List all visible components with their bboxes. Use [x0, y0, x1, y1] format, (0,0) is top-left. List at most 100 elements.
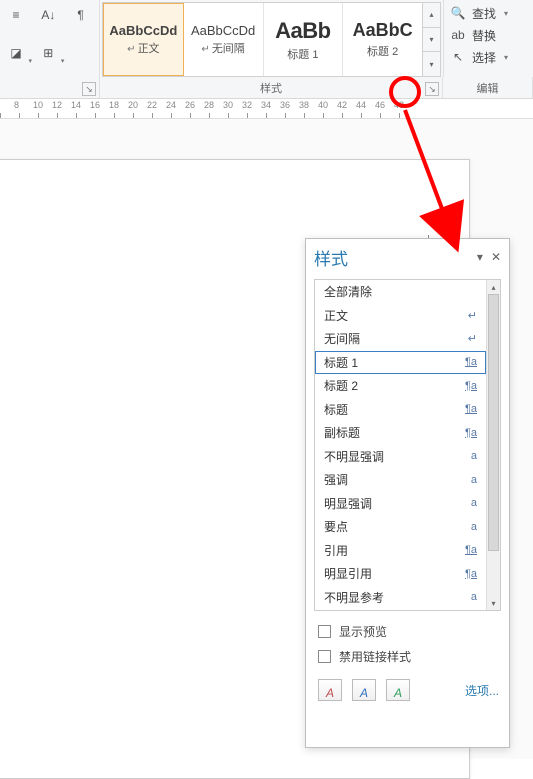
style-type-icon: ↵	[468, 332, 477, 345]
ruler-number: 24	[166, 100, 176, 110]
new-style-button[interactable]: A	[318, 679, 342, 701]
styles-launcher[interactable]: ↘	[425, 82, 439, 96]
ruler-number: 10	[33, 100, 43, 110]
select-icon: ↖	[450, 50, 466, 64]
line-spacing-icon[interactable]: ≡	[4, 3, 28, 27]
style-list-label: 要点	[324, 518, 471, 535]
style-preview: AaBbCcDd	[109, 23, 177, 38]
style-preview: AaBbCcDd	[191, 23, 255, 38]
ruler-number: 46	[375, 100, 385, 110]
ruler[interactable]: 6810121416182022242628303234363840424446…	[0, 99, 533, 119]
ruler-number: 12	[52, 100, 62, 110]
style-list-label: 不明显参考	[324, 589, 471, 606]
disable-linked-checkbox[interactable]: 禁用链接样式	[318, 648, 499, 665]
show-preview-checkbox[interactable]: 显示预览	[318, 623, 499, 640]
style-type-icon: a	[471, 450, 477, 462]
show-preview-label: 显示预览	[339, 623, 387, 640]
ruler-number: 26	[185, 100, 195, 110]
pane-title: 样式	[314, 245, 477, 270]
style-list-item[interactable]: 副标题¶a	[315, 421, 486, 445]
pane-dropdown-icon[interactable]: ▾	[477, 250, 483, 264]
show-marks-icon[interactable]: ¶	[69, 3, 93, 27]
replace-icon: ab	[450, 28, 466, 42]
checkbox-icon	[318, 650, 331, 663]
paragraph-launcher[interactable]: ↘	[82, 82, 96, 96]
style-list-item[interactable]: 标题 2¶a	[315, 374, 486, 398]
ruler-number: 36	[280, 100, 290, 110]
ruler-number: 14	[71, 100, 81, 110]
style-label: 无间隔	[212, 43, 245, 55]
pane-close-icon[interactable]: ✕	[491, 250, 501, 264]
style-list-label: 无间隔	[324, 330, 468, 347]
style-list-item[interactable]: 不明显参考a	[315, 586, 486, 610]
style-list-item[interactable]: 引用¶a	[315, 539, 486, 563]
scroll-up-icon[interactable]: ▴	[487, 280, 500, 294]
scroll-down-icon[interactable]: ▾	[487, 596, 500, 610]
style-list-item[interactable]: 标题¶a	[315, 398, 486, 422]
style-list-item[interactable]: 标题 1¶a	[315, 351, 486, 375]
style-type-icon: ¶a	[465, 544, 477, 556]
find-button[interactable]: 🔍 查找 ▾	[450, 3, 527, 23]
style-list-label: 明显强调	[324, 495, 471, 512]
styles-group: AaBbCcDd ↵正文 AaBbCcDd ↵无间隔 AaBb 标题 1 AaB…	[100, 0, 443, 77]
style-list-label: 明显引用	[324, 565, 465, 582]
style-list-item[interactable]: 不明显强调a	[315, 445, 486, 469]
manage-styles-button[interactable]: A	[386, 679, 410, 701]
style-type-icon: ¶a	[465, 403, 477, 415]
style-list-label: 全部清除	[324, 283, 477, 300]
styles-group-label: 样式	[260, 80, 282, 96]
ruler-number: 22	[147, 100, 157, 110]
gallery-down-button[interactable]: ▾	[423, 28, 440, 53]
style-item-heading1[interactable]: AaBb 标题 1	[264, 3, 344, 76]
style-type-icon: ¶a	[465, 568, 477, 580]
sort-icon[interactable]: A↓	[36, 3, 60, 27]
style-list-item[interactable]: 明显引用¶a	[315, 562, 486, 586]
scrollbar[interactable]: ▴ ▾	[486, 280, 500, 610]
style-list-item[interactable]: 全部清除	[315, 280, 486, 304]
gallery-more: ▴ ▾ ▾	[423, 2, 441, 77]
style-item-nospacing[interactable]: AaBbCcDd ↵无间隔	[184, 3, 264, 76]
style-list-label: 正文	[324, 307, 468, 324]
gallery-expand-button[interactable]: ▾	[423, 52, 440, 76]
disable-linked-label: 禁用链接样式	[339, 648, 411, 665]
style-list-item[interactable]: 明显强调a	[315, 492, 486, 516]
ruler-number: 20	[128, 100, 138, 110]
style-type-icon: a	[471, 474, 477, 486]
style-list-item[interactable]: 无间隔↵	[315, 327, 486, 351]
style-list-item[interactable]: 强调a	[315, 468, 486, 492]
style-label: 正文	[138, 43, 160, 55]
style-item-heading2[interactable]: AaBbC 标题 2	[343, 3, 422, 76]
style-list-label: 副标题	[324, 424, 465, 441]
style-type-icon: a	[471, 497, 477, 509]
paragraph-group-label: ↘	[0, 77, 100, 98]
style-inspector-button[interactable]: A	[352, 679, 376, 701]
style-item-normal[interactable]: AaBbCcDd ↵正文	[103, 3, 184, 76]
style-type-icon: ¶a	[465, 356, 477, 368]
style-list-item[interactable]: 要点a	[315, 515, 486, 539]
gallery-up-button[interactable]: ▴	[423, 3, 440, 28]
style-label: 标题 1	[287, 46, 318, 62]
spacer	[69, 41, 93, 65]
ruler-number: 8	[14, 100, 19, 110]
select-label: 选择	[472, 49, 496, 66]
shading-icon[interactable]: ◪	[4, 41, 28, 65]
replace-button[interactable]: ab 替换	[450, 25, 527, 45]
scroll-thumb[interactable]	[488, 294, 499, 551]
style-list-item[interactable]: 正文↵	[315, 304, 486, 328]
style-list-label: 标题	[324, 401, 465, 418]
style-type-icon: a	[471, 521, 477, 533]
style-list-label: 标题 1	[324, 354, 465, 371]
editing-group-label: 编辑	[443, 77, 533, 98]
borders-icon[interactable]: ⊞	[36, 41, 60, 65]
style-type-icon: ¶a	[465, 427, 477, 439]
annotation-circle	[389, 76, 421, 108]
style-list-label: 引用	[324, 542, 465, 559]
style-list-label: 标题 2	[324, 377, 465, 394]
select-button[interactable]: ↖ 选择 ▾	[450, 47, 527, 67]
ruler-number: 16	[90, 100, 100, 110]
ruler-number: 42	[337, 100, 347, 110]
ruler-number: 44	[356, 100, 366, 110]
ruler-number: 40	[318, 100, 328, 110]
style-label: 标题 2	[367, 43, 398, 59]
options-link[interactable]: 选项...	[465, 682, 499, 699]
